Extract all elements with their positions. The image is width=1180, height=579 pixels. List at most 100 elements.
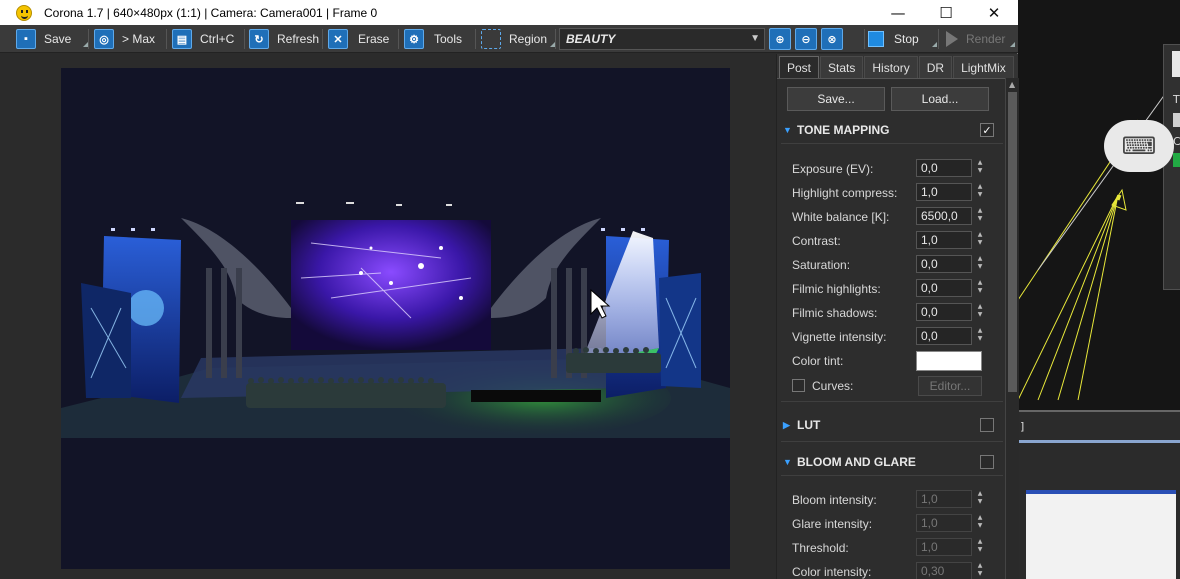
copy-button[interactable]: ▤ Ctrl+C xyxy=(172,28,234,50)
curves-checkbox[interactable] xyxy=(792,379,805,392)
scrollbar-thumb[interactable] xyxy=(1008,92,1017,392)
exposure-input[interactable]: 0,0 xyxy=(916,159,972,177)
tools-label: Tools xyxy=(434,32,463,46)
lut-header[interactable]: ▶ LUT xyxy=(783,416,820,434)
filmic-highlights-input[interactable]: 0,0 xyxy=(916,279,972,297)
load-settings-button[interactable]: Load... xyxy=(891,87,989,111)
tab-lightmix[interactable]: LightMix xyxy=(953,56,1014,78)
vfb-toolbar: ▪ Save ◎ > Max ▤ Ctrl+C ↻ Refresh ✕ Eras… xyxy=(0,25,1018,53)
viewport-bracket-right: ] xyxy=(1020,420,1025,433)
bloom-intensity-row: Bloom intensity: 1,0 ▲ ▼ xyxy=(792,490,1002,510)
bloom-glare-enable-checkbox[interactable] xyxy=(980,455,994,469)
post-panel-scrollbar[interactable]: ▲ xyxy=(1005,78,1019,579)
highlight-compress-label: Highlight compress: xyxy=(792,186,898,200)
contrast-input[interactable]: 1,0 xyxy=(916,231,972,249)
vignette-spinner[interactable]: ▲ ▼ xyxy=(975,327,985,345)
zoom-in-button[interactable]: ⊕ xyxy=(769,28,791,50)
tools-button[interactable]: ⚙ Tools xyxy=(404,28,462,50)
highlight-compress-spinner[interactable]: ▲ ▼ xyxy=(975,183,985,201)
erase-button[interactable]: ✕ Erase xyxy=(328,28,389,50)
white-balance-spinner[interactable]: ▲ ▼ xyxy=(975,207,985,225)
tab-stats[interactable]: Stats xyxy=(820,56,864,78)
corona-smiley-icon xyxy=(16,4,32,21)
tab-dr[interactable]: DR xyxy=(918,56,953,78)
command-panel-checkbox[interactable] xyxy=(1173,113,1180,127)
keyboard-icon[interactable]: ⌨ xyxy=(1104,120,1174,172)
filmic-shadows-input[interactable]: 0,0 xyxy=(916,303,972,321)
bloom-glare-header[interactable]: ▼ BLOOM AND GLARE xyxy=(783,453,916,471)
color-intensity-input[interactable]: 0,30 xyxy=(916,562,972,579)
render-label: Render xyxy=(966,32,1006,46)
glare-intensity-spinner[interactable]: ▲ ▼ xyxy=(975,514,985,532)
max-viewport-top xyxy=(1018,0,1180,410)
collapsed-triangle-icon: ▶ xyxy=(783,419,790,430)
send-to-max-button[interactable]: ◎ > Max xyxy=(94,28,155,50)
minimize-button[interactable]: — xyxy=(874,0,922,25)
refresh-label: Refresh xyxy=(277,32,320,46)
command-panel-color[interactable] xyxy=(1173,153,1180,167)
command-panel: T C xyxy=(1163,44,1180,290)
post-panel: Post Stats History DR LightMix Save... L… xyxy=(776,54,1019,579)
filmic-shadows-spinner[interactable]: ▲ ▼ xyxy=(975,303,985,321)
curves-editor-button[interactable]: Editor... xyxy=(918,376,982,396)
color-intensity-spinner[interactable]: ▲ ▼ xyxy=(975,562,985,579)
tone-mapping-enable-checkbox[interactable]: ✓ xyxy=(980,123,994,137)
maximize-button[interactable]: ☐ xyxy=(922,0,970,25)
region-select-icon xyxy=(481,29,501,49)
viewport-scene-preview xyxy=(1026,490,1176,579)
exposure-row: Exposure (EV): 0,0 ▲ ▼ xyxy=(792,159,1002,179)
curves-row: Curves: Editor... xyxy=(792,376,1002,396)
render-element-select[interactable]: BEAUTY ▼ xyxy=(559,28,765,50)
white-balance-input[interactable]: 6500,0 xyxy=(916,207,972,225)
filmic-highlights-spinner[interactable]: ▲ ▼ xyxy=(975,279,985,297)
bloom-intensity-spinner[interactable]: ▲ ▼ xyxy=(975,490,985,508)
stop-dropdown-corner[interactable] xyxy=(932,42,937,47)
stop-icon xyxy=(868,31,884,47)
glare-intensity-input[interactable]: 1,0 xyxy=(916,514,972,532)
threshold-input[interactable]: 1,0 xyxy=(916,538,972,556)
saturation-row: Saturation: 0,0 ▲ ▼ xyxy=(792,255,1002,275)
render-dropdown-corner[interactable] xyxy=(1010,42,1015,47)
bloom-intensity-input[interactable]: 1,0 xyxy=(916,490,972,508)
zoom-out-icon: ⊖ xyxy=(801,32,811,46)
threshold-label: Threshold: xyxy=(792,541,849,555)
highlight-compress-input[interactable]: 1,0 xyxy=(916,183,972,201)
command-panel-logo xyxy=(1172,51,1180,77)
save-button[interactable]: ▪ Save xyxy=(16,28,71,50)
threshold-spinner[interactable]: ▲ ▼ xyxy=(975,538,985,556)
saturation-label: Saturation: xyxy=(792,258,851,272)
bloom-glare-title: BLOOM AND GLARE xyxy=(797,455,916,469)
filmic-highlights-label: Filmic highlights: xyxy=(792,282,881,296)
rendered-image[interactable] xyxy=(61,68,730,569)
save-settings-button[interactable]: Save... xyxy=(787,87,885,111)
vignette-input[interactable]: 0,0 xyxy=(916,327,972,345)
stop-button[interactable]: Stop xyxy=(868,28,919,50)
contrast-spinner[interactable]: ▲ ▼ xyxy=(975,231,985,249)
zoom-out-button[interactable]: ⊖ xyxy=(795,28,817,50)
tab-history[interactable]: History xyxy=(864,56,918,78)
color-tint-swatch[interactable] xyxy=(916,351,982,371)
max-right-viewports: T C ] ⌨ xyxy=(1018,0,1180,579)
close-button[interactable]: ✕ xyxy=(970,0,1018,25)
viewport-strip xyxy=(1018,440,1180,443)
render-element-value: BEAUTY xyxy=(566,32,616,46)
threshold-row: Threshold: 1,0 ▲ ▼ xyxy=(792,538,1002,558)
saturation-spinner[interactable]: ▲ ▼ xyxy=(975,255,985,273)
post-panel-body: Save... Load... ▼ TONE MAPPING ✓ Exposur… xyxy=(777,78,1005,579)
saturation-input[interactable]: 0,0 xyxy=(916,255,972,273)
tab-post[interactable]: Post xyxy=(779,56,820,78)
render-button[interactable]: Render xyxy=(946,28,1005,50)
filmic-shadows-label: Filmic shadows: xyxy=(792,306,878,320)
white-balance-label: White balance [K]: xyxy=(792,210,890,224)
lut-enable-checkbox[interactable] xyxy=(980,418,994,432)
scroll-up-icon[interactable]: ▲ xyxy=(1009,80,1015,89)
zoom-in-icon: ⊕ xyxy=(775,32,785,46)
exposure-spinner[interactable]: ▲ ▼ xyxy=(975,159,985,177)
title-bar[interactable]: Corona 1.7 | 640×480px (1:1) | Camera: C… xyxy=(0,0,1018,25)
zoom-fit-button[interactable]: ⊗ xyxy=(821,28,843,50)
max-label: > Max xyxy=(122,32,156,46)
tone-mapping-header[interactable]: ▼ TONE MAPPING xyxy=(783,121,889,139)
refresh-button[interactable]: ↻ Refresh xyxy=(249,28,319,50)
vignette-label: Vignette intensity: xyxy=(792,330,887,344)
region-button[interactable]: Region xyxy=(481,28,547,50)
